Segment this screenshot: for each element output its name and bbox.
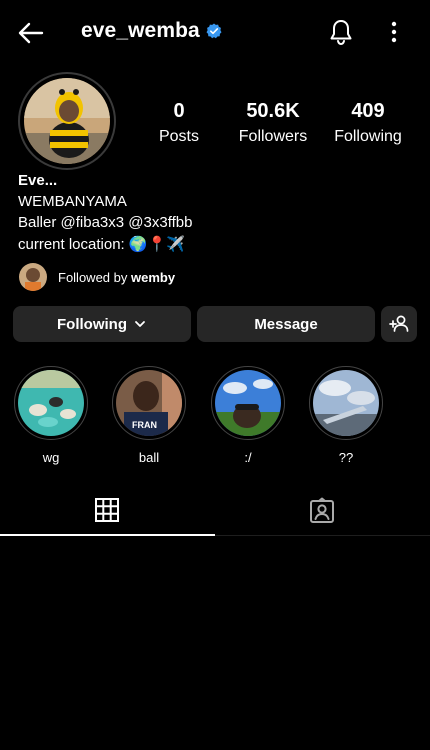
bio-display-name: Eve... bbox=[18, 172, 58, 189]
followed-by-user[interactable]: wemby bbox=[131, 270, 175, 285]
message-button[interactable]: Message bbox=[197, 306, 375, 342]
highlight-label: :/ bbox=[244, 450, 252, 465]
highlight-ring[interactable] bbox=[309, 366, 383, 440]
following-stat[interactable]: 409 Following bbox=[330, 99, 406, 149]
active-tab-indicator bbox=[0, 534, 215, 536]
profile-avatar[interactable] bbox=[24, 78, 110, 164]
chevron-down-icon bbox=[135, 321, 145, 327]
followers-count[interactable]: 50.6K bbox=[232, 99, 314, 123]
grid-icon[interactable] bbox=[94, 497, 120, 523]
more-vertical-icon[interactable] bbox=[385, 20, 403, 44]
highlight-ring[interactable] bbox=[14, 366, 88, 440]
highlight-label: ball bbox=[138, 450, 160, 465]
add-person-icon bbox=[389, 315, 409, 332]
highlight-thumbnail bbox=[18, 370, 84, 436]
tagged-icon[interactable] bbox=[308, 497, 336, 525]
verified-badge-icon bbox=[206, 23, 222, 39]
message-button-label: Message bbox=[254, 315, 318, 333]
highlight-questions[interactable]: ?? bbox=[308, 366, 384, 465]
highlight-wg[interactable]: wg bbox=[13, 366, 89, 465]
posts-label: Posts bbox=[158, 128, 199, 145]
suggest-people-button[interactable] bbox=[381, 306, 417, 342]
highlight-ring[interactable] bbox=[211, 366, 285, 440]
following-count[interactable]: 409 bbox=[330, 99, 406, 123]
followers-label[interactable]: Followers bbox=[232, 125, 314, 149]
highlight-ring[interactable]: FRAN bbox=[112, 366, 186, 440]
highlight-ball[interactable]: FRAN ball bbox=[111, 366, 187, 465]
back-arrow-icon[interactable] bbox=[16, 18, 46, 48]
highlight-sad[interactable]: :/ bbox=[210, 366, 286, 465]
followed-by-text[interactable]: Followed by wemby bbox=[58, 270, 175, 285]
following-button-label: Following bbox=[57, 315, 127, 333]
bell-icon[interactable] bbox=[328, 18, 354, 46]
svg-text:FRAN: FRAN bbox=[132, 420, 157, 430]
bio-line: WEMBANYAMA bbox=[18, 193, 127, 210]
highlight-thumbnail: FRAN bbox=[116, 370, 182, 436]
highlight-label: ?? bbox=[338, 450, 354, 465]
following-button[interactable]: Following bbox=[13, 306, 191, 342]
followed-by-avatar[interactable] bbox=[19, 263, 47, 291]
bio-line: Baller @fiba3x3 @3x3ffbb bbox=[18, 214, 193, 231]
highlight-thumbnail bbox=[313, 370, 379, 436]
profile-username: eve_wemba bbox=[81, 19, 200, 42]
highlight-label: wg bbox=[42, 450, 60, 465]
highlight-thumbnail bbox=[215, 370, 281, 436]
following-label[interactable]: Following bbox=[330, 125, 406, 149]
posts-count: 0 bbox=[173, 100, 185, 122]
posts-stat: 0 Posts bbox=[150, 99, 208, 149]
followed-by-prefix: Followed by bbox=[58, 270, 131, 285]
bio-line: current location: 🌍📍✈️ bbox=[18, 236, 185, 253]
followers-stat[interactable]: 50.6K Followers bbox=[232, 99, 314, 149]
